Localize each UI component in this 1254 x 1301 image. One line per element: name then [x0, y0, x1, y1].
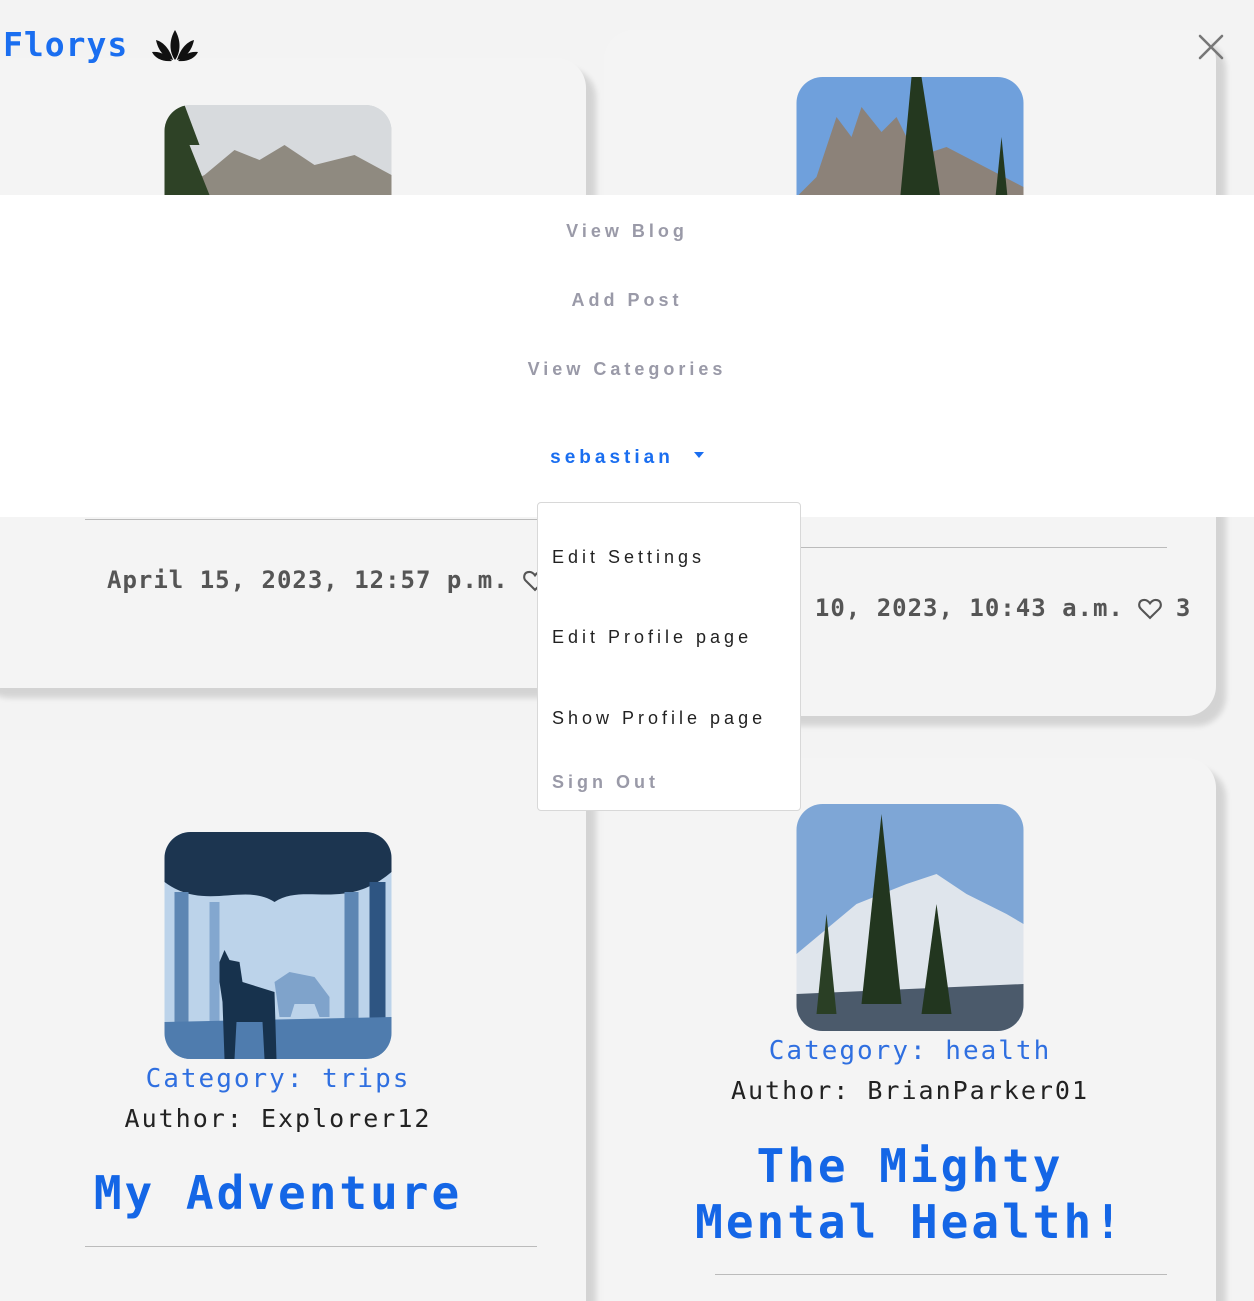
lotus-icon	[152, 30, 199, 62]
post-meta: April 15, 2023, 12:57 p.m. 0	[107, 566, 576, 594]
dropdown-item-edit-profile[interactable]: Edit Profile page	[552, 627, 752, 648]
post-card[interactable]: Category: trips Author: Explorer12 My Ad…	[0, 740, 586, 1301]
post-title[interactable]: The Mighty Mental Health!	[604, 1138, 1216, 1250]
brand-name[interactable]: Florys	[3, 25, 128, 64]
post-image[interactable]	[796, 804, 1024, 1031]
caret-down-icon	[693, 451, 704, 458]
dropdown-item-edit-settings[interactable]: Edit Settings	[552, 547, 705, 568]
divider	[715, 1274, 1167, 1275]
post-author: Author: Explorer12	[124, 1104, 432, 1133]
post-image[interactable]	[164, 832, 392, 1059]
brand[interactable]: Florys	[3, 24, 199, 64]
user-menu-toggle[interactable]: sebastian	[0, 447, 1254, 469]
post-date: April 15, 2023, 12:57 p.m.	[107, 566, 509, 594]
post-title-line: The Mighty	[756, 1139, 1064, 1193]
heart-icon[interactable]	[1136, 594, 1164, 622]
post-category[interactable]: Category: health	[604, 1036, 1216, 1066]
post-card[interactable]: Category: health Author: BrianParker01 T…	[604, 758, 1216, 1301]
username: sebastian	[550, 447, 674, 468]
nav-menu: View Blog Add Post View Categories sebas…	[0, 195, 1254, 517]
post-category[interactable]: Category: trips	[0, 1064, 586, 1094]
dropdown-item-show-profile[interactable]: Show Profile page	[552, 708, 766, 729]
nav-link-view-blog[interactable]: View Blog	[0, 221, 1254, 242]
close-icon[interactable]	[1196, 32, 1226, 62]
user-dropdown: Edit Settings Edit Profile page Show Pro…	[537, 502, 801, 811]
post-title[interactable]: My Adventure	[0, 1165, 586, 1221]
divider	[85, 1246, 537, 1247]
post-author: Author: BrianParker01	[730, 1076, 1090, 1105]
post-title-line: Mental Health!	[695, 1195, 1125, 1249]
post-date: . 10, 2023, 10:43 a.m.	[784, 594, 1124, 622]
divider	[85, 519, 537, 520]
nav-link-add-post[interactable]: Add Post	[0, 290, 1254, 311]
like-count: 3	[1175, 594, 1192, 622]
dropdown-item-sign-out[interactable]: Sign Out	[552, 772, 659, 793]
nav-link-view-categories[interactable]: View Categories	[0, 359, 1254, 380]
post-meta: . 10, 2023, 10:43 a.m. 3	[784, 594, 1191, 622]
